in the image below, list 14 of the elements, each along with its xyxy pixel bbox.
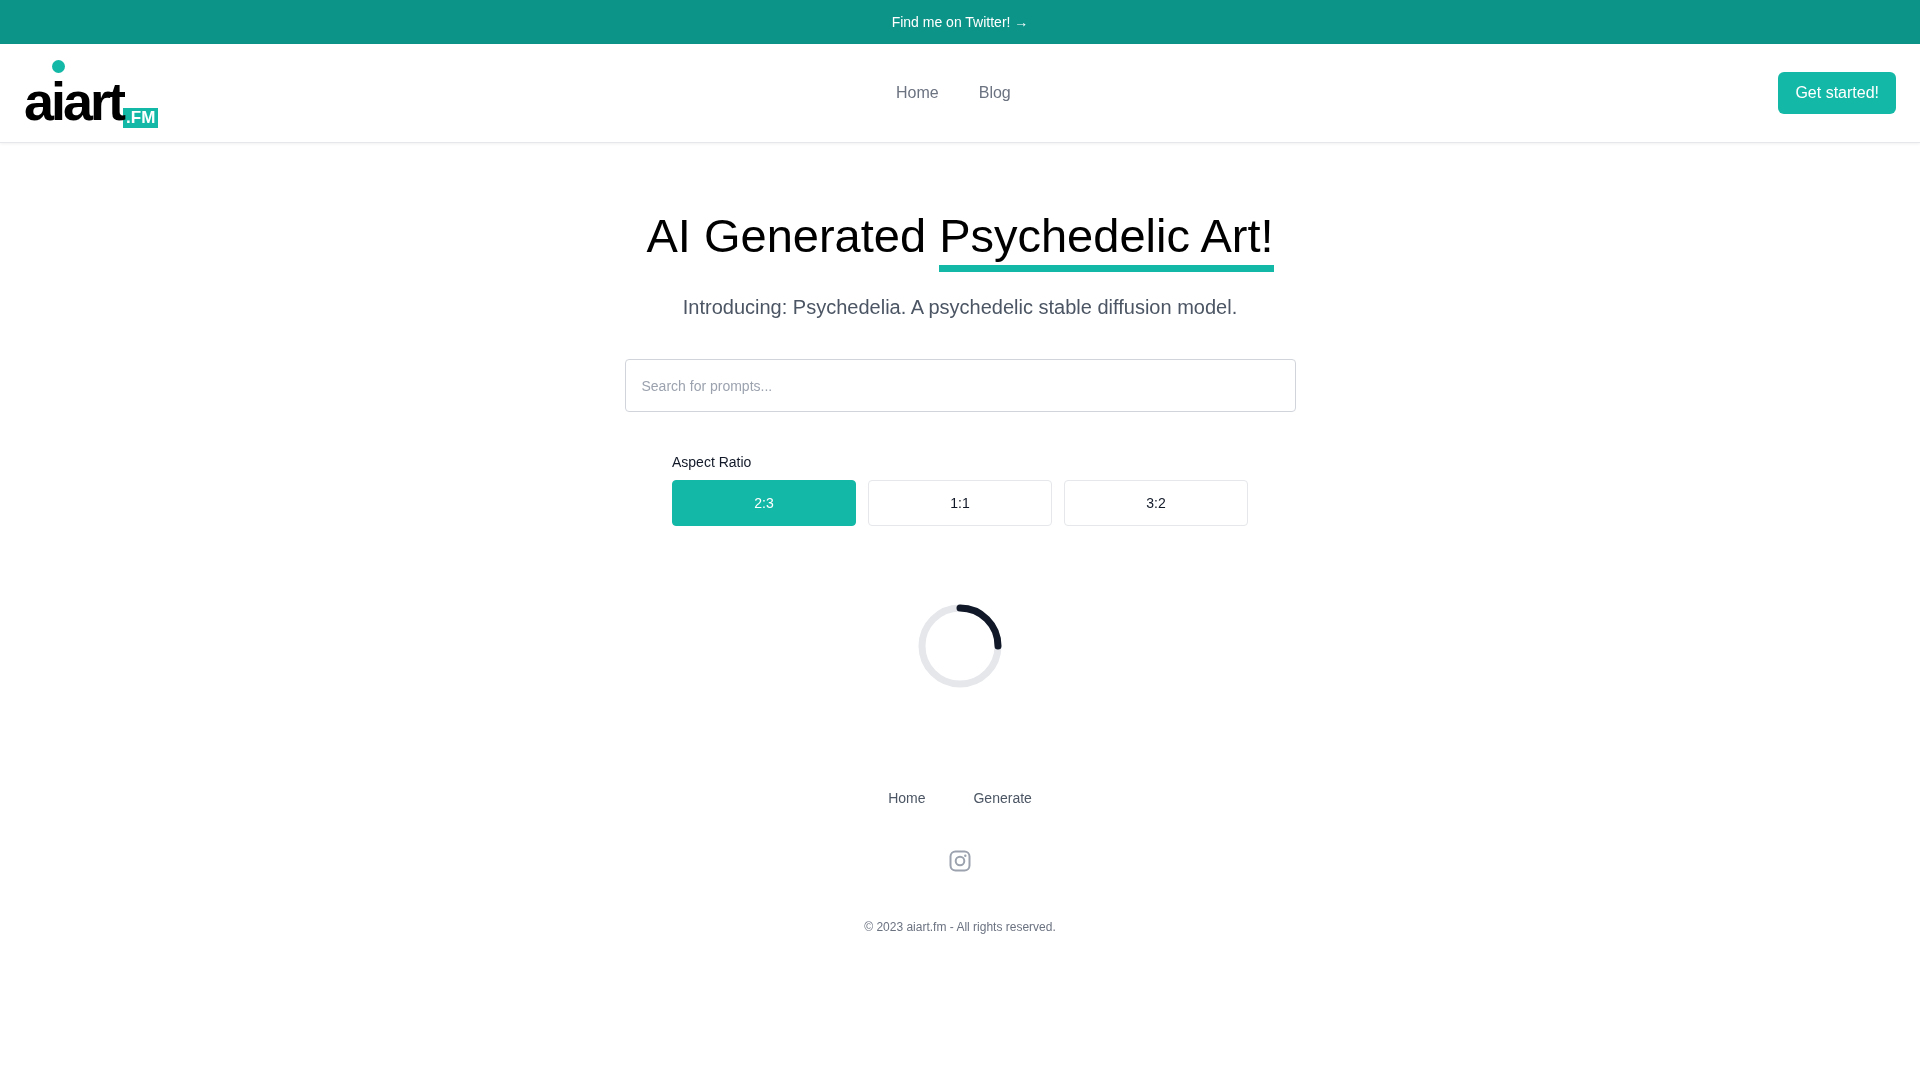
page-heading: AI Generated Psychedelic Art! xyxy=(646,205,1274,272)
aspect-ratio-label: Aspect Ratio xyxy=(672,454,753,470)
search-field[interactable]: Search for prompts... xyxy=(624,359,1296,412)
nav-link[interactable]: Blog xyxy=(978,84,1011,102)
nav-link[interactable]: Home xyxy=(896,84,939,102)
logo[interactable]: aiart.FM xyxy=(24,58,159,128)
footer-link[interactable]: Generate xyxy=(973,790,1032,806)
aspect-ratio-option[interactable]: 1:1 xyxy=(868,480,1052,526)
subtitle: Introducing: Psychedelia. A psychedelic stable diffusion model. xyxy=(682,296,1238,319)
twitter-link[interactable]: Find me on Twitter! → xyxy=(891,14,1029,30)
instagram-icon[interactable] xyxy=(949,850,971,872)
footer-link[interactable]: Home xyxy=(888,790,926,806)
aspect-ratio-option[interactable]: 3:2 xyxy=(1064,480,1248,526)
copyright-text: © 2023 aiart.fm - All rights reserved. xyxy=(864,920,1056,934)
